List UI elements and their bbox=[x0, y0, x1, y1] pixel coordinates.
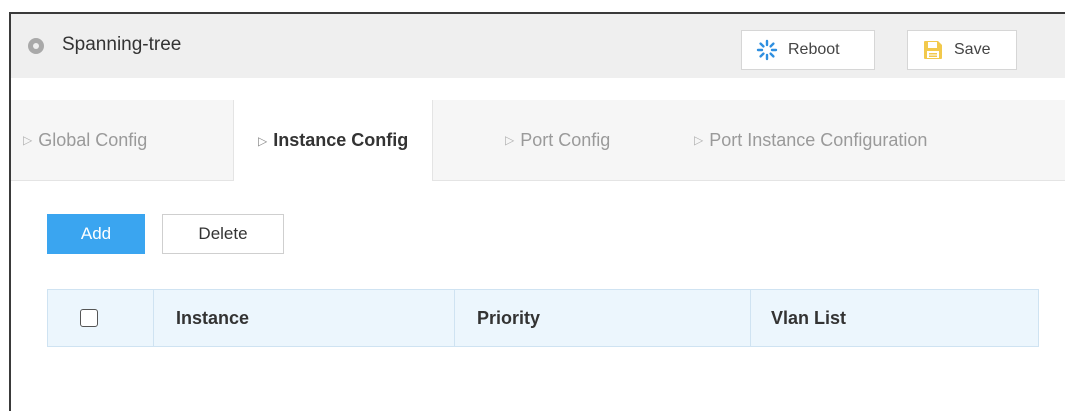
chevron-right-icon: ▷ bbox=[505, 133, 515, 147]
column-header-vlan-list[interactable]: Vlan List bbox=[751, 290, 1038, 346]
tab-bar: ▷ Global Config ▷ Instance Config ▷ Port… bbox=[11, 100, 1065, 181]
column-header-instance[interactable]: Instance bbox=[154, 290, 455, 346]
page-header: Spanning-tree Reboot Save bbox=[11, 14, 1065, 78]
chevron-right-icon: ▷ bbox=[23, 133, 33, 147]
delete-button[interactable]: Delete bbox=[162, 214, 284, 254]
chevron-right-icon: ▷ bbox=[258, 133, 268, 148]
tab-port-instance-configuration[interactable]: ▷ Port Instance Configuration bbox=[694, 100, 927, 180]
tab-label: Port Config bbox=[520, 129, 611, 150]
tab-label: Global Config bbox=[38, 129, 148, 150]
save-button[interactable]: Save bbox=[907, 30, 1017, 70]
column-header-priority[interactable]: Priority bbox=[455, 290, 751, 346]
spinner-icon bbox=[756, 39, 778, 61]
tab-label: Port Instance Configuration bbox=[709, 129, 928, 150]
tab-port-config[interactable]: ▷ Port Config bbox=[505, 100, 610, 180]
tab-global-config[interactable]: ▷ Global Config bbox=[23, 100, 147, 180]
instance-table-header: Instance Priority Vlan List bbox=[47, 289, 1039, 347]
select-all-checkbox[interactable] bbox=[79, 309, 98, 327]
floppy-disk-icon bbox=[922, 39, 944, 61]
chevron-right-icon: ▷ bbox=[694, 133, 704, 147]
location-pin-icon bbox=[28, 38, 44, 54]
save-label: Save bbox=[954, 41, 991, 58]
tab-label: Instance Config bbox=[273, 130, 409, 150]
reboot-button[interactable]: Reboot bbox=[741, 30, 875, 70]
add-button[interactable]: Add bbox=[47, 214, 145, 254]
reboot-label: Reboot bbox=[788, 41, 840, 58]
page-title: Spanning-tree bbox=[62, 34, 182, 55]
select-all-cell bbox=[48, 290, 154, 346]
tab-instance-config[interactable]: ▷ Instance Config bbox=[233, 100, 434, 181]
